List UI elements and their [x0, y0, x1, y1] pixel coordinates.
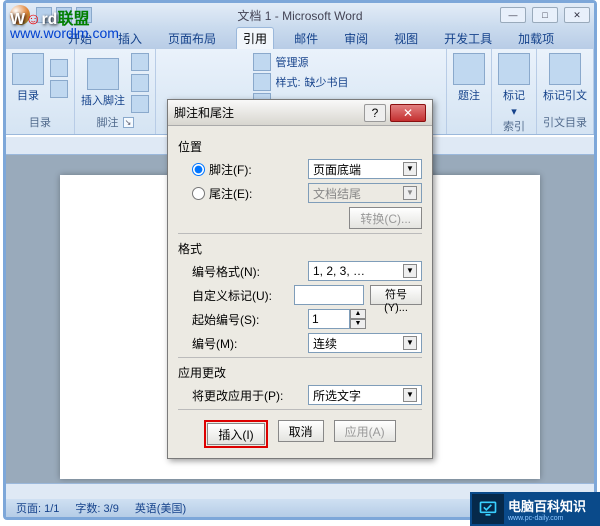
- next-footnote-icon[interactable]: [131, 74, 149, 92]
- symbol-button[interactable]: 符号(Y)...: [370, 285, 422, 305]
- numbering-select[interactable]: 连续▼: [308, 333, 422, 353]
- insert-footnote-button[interactable]: 插入脚注: [81, 58, 125, 108]
- section-location: 位置: [178, 138, 422, 155]
- chevron-down-icon: ▼: [403, 186, 417, 200]
- tab-view[interactable]: 视图: [388, 28, 424, 49]
- badge-title: 电脑百科知识: [508, 496, 586, 515]
- footnote-icon: [87, 58, 119, 90]
- caption-button[interactable]: 题注: [453, 53, 485, 103]
- chevron-down-icon[interactable]: ▼: [403, 264, 417, 278]
- section-format: 格式: [178, 240, 422, 257]
- tab-mail[interactable]: 邮件: [288, 28, 324, 49]
- mark-entry-button[interactable]: 标记▾: [498, 53, 530, 118]
- dialog-title: 脚注和尾注: [174, 104, 364, 121]
- chevron-down-icon[interactable]: ▼: [403, 336, 417, 350]
- endnote-radio-label[interactable]: 尾注(E):: [192, 185, 302, 202]
- footnote-group-label: 脚注: [97, 114, 119, 130]
- style-icon[interactable]: [253, 73, 271, 91]
- apply-to-label: 将更改应用于(P):: [192, 387, 302, 404]
- start-number-spinner[interactable]: ▲▼: [308, 309, 368, 329]
- cancel-button[interactable]: 取消: [278, 420, 324, 442]
- minimize-button[interactable]: —: [500, 7, 526, 23]
- numbering-label: 编号(M):: [192, 335, 302, 352]
- footnote-location-select[interactable]: 页面底端▼: [308, 159, 422, 179]
- start-number-label: 起始编号(S):: [192, 311, 302, 328]
- custom-mark-label: 自定义标记(U):: [192, 287, 288, 304]
- index-group-label: 索引: [503, 118, 525, 134]
- toa-group-label: 引文目录: [543, 114, 587, 130]
- start-number-input[interactable]: [308, 309, 350, 329]
- watermark-url: www.wordlm.com: [10, 25, 119, 41]
- chevron-down-icon[interactable]: ▼: [403, 162, 417, 176]
- footnote-dialog-launcher[interactable]: ↘: [123, 117, 134, 128]
- numfmt-label: 编号格式(N):: [192, 263, 302, 280]
- title-bar: 文档 1 - Microsoft Word — □ ✕: [6, 3, 594, 27]
- tab-addins[interactable]: 加载项: [512, 28, 560, 49]
- update-toc-icon[interactable]: [50, 80, 68, 98]
- tab-developer[interactable]: 开发工具: [438, 28, 498, 49]
- close-button[interactable]: ✕: [564, 7, 590, 23]
- insert-button[interactable]: 插入(I): [207, 423, 264, 445]
- manage-source-icon[interactable]: [253, 53, 271, 71]
- apply-button: 应用(A): [334, 420, 396, 442]
- endnote-location-select: 文档结尾▼: [308, 183, 422, 203]
- spinner-up[interactable]: ▲: [350, 309, 366, 319]
- site-badge: 电脑百科知识 www.pc-daily.com: [470, 492, 600, 526]
- caption-icon: [453, 53, 485, 85]
- dialog-titlebar[interactable]: 脚注和尾注 ? ✕: [168, 100, 432, 126]
- mark-citation-button[interactable]: 标记引文: [543, 53, 587, 103]
- monitor-icon: [472, 494, 504, 524]
- show-notes-icon[interactable]: [131, 95, 149, 113]
- chevron-down-icon[interactable]: ▼: [403, 388, 417, 402]
- dialog-help-button[interactable]: ?: [364, 104, 386, 122]
- toc-group-label: 目录: [29, 114, 51, 130]
- status-lang[interactable]: 英语(美国): [135, 500, 186, 516]
- window-title: 文档 1 - Microsoft Word: [237, 7, 362, 24]
- add-text-icon[interactable]: [50, 59, 68, 77]
- status-page[interactable]: 页面: 1/1: [16, 500, 59, 516]
- insert-endnote-icon[interactable]: [131, 53, 149, 71]
- maximize-button[interactable]: □: [532, 7, 558, 23]
- spinner-down[interactable]: ▼: [350, 319, 366, 329]
- toc-icon: [12, 53, 44, 85]
- endnote-radio[interactable]: [192, 187, 205, 200]
- word-window: W☺rd联盟 www.wordlm.com 文档 1 - Microsoft W…: [3, 0, 597, 520]
- dialog-close-button[interactable]: ✕: [390, 104, 426, 122]
- tab-references[interactable]: 引用: [236, 27, 274, 49]
- tab-review[interactable]: 审阅: [338, 28, 374, 49]
- mark-citation-icon: [549, 53, 581, 85]
- status-words[interactable]: 字数: 3/9: [75, 500, 118, 516]
- badge-url: www.pc-daily.com: [508, 515, 586, 522]
- footnote-radio-label[interactable]: 脚注(F):: [192, 161, 302, 178]
- footnote-endnote-dialog: 脚注和尾注 ? ✕ 位置 脚注(F): 页面底端▼ 尾注(E): 文档结尾▼ 转…: [167, 99, 433, 459]
- convert-button: 转换(C)...: [349, 207, 422, 229]
- mark-icon: [498, 53, 530, 85]
- number-format-select[interactable]: 1, 2, 3, …▼: [308, 261, 422, 281]
- toc-button[interactable]: 目录: [12, 53, 44, 103]
- footnote-radio[interactable]: [192, 163, 205, 176]
- section-apply: 应用更改: [178, 364, 422, 381]
- custom-mark-input[interactable]: [294, 285, 364, 305]
- tab-layout[interactable]: 页面布局: [162, 28, 222, 49]
- apply-to-select[interactable]: 所选文字▼: [308, 385, 422, 405]
